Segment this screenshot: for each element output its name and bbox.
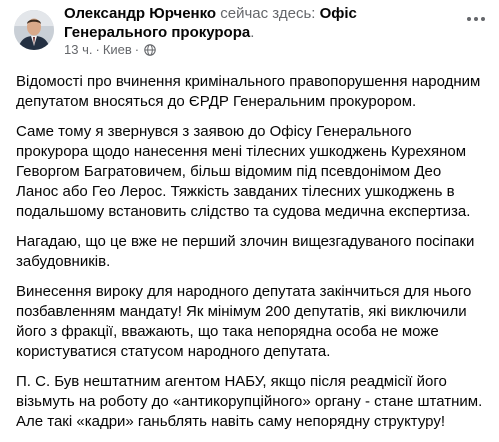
post-timestamp[interactable]: 13 ч. bbox=[64, 42, 92, 58]
post-paragraph: Винесення вироку для народного депутата … bbox=[16, 283, 472, 360]
globe-icon[interactable] bbox=[144, 44, 156, 56]
avatar-image bbox=[14, 10, 54, 50]
post-paragraph: Відомості про вчинення кримінального пра… bbox=[16, 73, 481, 110]
header-title: Олександр Юрченко сейчас здесь: Офіс Ген… bbox=[64, 4, 464, 42]
meta-separator-2: · bbox=[134, 42, 140, 57]
author-avatar[interactable] bbox=[14, 10, 54, 50]
post-body: Відомості про вчинення кримінального пра… bbox=[16, 72, 486, 442]
author-name[interactable]: Олександр Юрченко bbox=[64, 5, 216, 22]
group-suffix: . bbox=[250, 24, 255, 41]
more-options-icon[interactable] bbox=[462, 8, 490, 30]
post-paragraph: Нагадаю, що це вже не перший злочин вище… bbox=[16, 233, 475, 270]
post-header: Олександр Юрченко сейчас здесь: Офіс Ген… bbox=[10, 4, 490, 62]
post-paragraph: П. С. Був нештатним агентом НАБУ, якщо п… bbox=[16, 373, 483, 430]
facebook-post: Олександр Юрченко сейчас здесь: Офіс Ген… bbox=[0, 0, 499, 435]
meta-separator: · bbox=[95, 42, 100, 57]
post-location[interactable]: Киев bbox=[103, 42, 132, 58]
check-in-text: сейчас здесь: bbox=[220, 5, 316, 22]
post-paragraph: Саме тому я звернувся з заявою до Офісу … bbox=[16, 123, 471, 220]
post-meta: 13 ч. · Киев · bbox=[64, 42, 156, 58]
